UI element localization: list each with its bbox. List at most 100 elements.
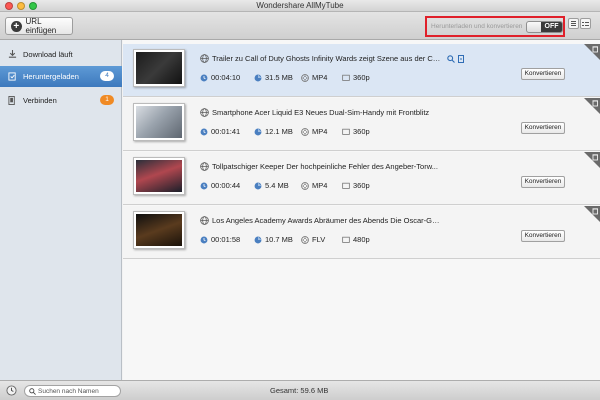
format-info: FLV <box>301 235 325 244</box>
download-convert-toggle[interactable]: OFF <box>526 20 563 33</box>
clock-icon <box>200 128 208 135</box>
video-row[interactable]: Smartphone Acer Liquid E3 Neues Dual-Sim… <box>123 98 600 151</box>
detail-view-button[interactable] <box>580 18 591 29</box>
format-info: MP4 <box>301 73 327 82</box>
trash-icon[interactable] <box>584 206 600 222</box>
toolbar: + URL einfügen Herunterladen und konvert… <box>0 12 600 40</box>
video-title: Los Angeles Academy Awards Abräumer des … <box>212 216 442 225</box>
video-title: Trailer zu Call of Duty Ghosts Infinity … <box>212 54 442 63</box>
downloaded-icon <box>8 72 16 81</box>
download-icon <box>8 50 17 58</box>
globe-icon <box>200 108 209 117</box>
size-icon <box>254 128 262 135</box>
video-format: MP4 <box>312 181 328 190</box>
search-field[interactable] <box>24 385 121 397</box>
sidebar-item-connect[interactable]: Verbinden 1 <box>0 90 122 111</box>
size-icon <box>254 182 262 189</box>
search-input[interactable] <box>38 387 118 395</box>
download-convert-option: Herunterladen und konvertieren OFF <box>425 16 565 37</box>
download-convert-label: Herunterladen und konvertieren <box>431 23 523 30</box>
globe-icon <box>200 162 209 171</box>
sidebar-item-label: Download läuft <box>23 50 73 59</box>
transfer-icon[interactable] <box>457 55 465 63</box>
screen-icon <box>342 74 350 81</box>
globe-icon <box>200 54 209 63</box>
sidebar-item-label: Heruntergeladen <box>23 72 79 81</box>
format-info: MP4 <box>301 181 327 190</box>
duration: 00:01:58 <box>211 235 241 244</box>
film-reel-icon <box>301 73 309 82</box>
count-badge: 1 <box>100 95 114 105</box>
video-thumbnail[interactable] <box>133 103 185 141</box>
film-reel-icon <box>301 181 309 190</box>
file-size: 5.4 MB <box>265 181 289 190</box>
search-icon <box>29 387 36 395</box>
resolution-info: 360p <box>342 181 370 190</box>
sidebar-item-label: Verbinden <box>23 96 57 105</box>
resolution-info: 480p <box>342 235 370 244</box>
duration-info: 00:00:44 <box>200 181 240 190</box>
convert-button[interactable]: Konvertieren <box>521 230 565 242</box>
screen-icon <box>342 236 350 243</box>
sidebar: Download läuft Heruntergeladen 4 Verbind… <box>0 40 122 380</box>
clock-icon <box>200 236 208 243</box>
search-icon[interactable] <box>447 55 455 63</box>
duration: 00:00:44 <box>211 181 241 190</box>
video-resolution: 360p <box>353 73 370 82</box>
video-title: Smartphone Acer Liquid E3 Neues Dual-Sim… <box>212 108 430 117</box>
duration: 00:04:10 <box>211 73 241 82</box>
paste-url-label: URL einfügen <box>25 17 57 35</box>
video-format: MP4 <box>312 127 328 136</box>
convert-button[interactable]: Konvertieren <box>521 68 565 80</box>
video-thumbnail[interactable] <box>133 49 185 87</box>
video-list: Trailer zu Call of Duty Ghosts Infinity … <box>123 40 600 380</box>
window-title: Wondershare AllMyTube <box>256 1 344 10</box>
count-badge: 4 <box>100 71 114 81</box>
plus-icon: + <box>11 20 22 32</box>
convert-button[interactable]: Konvertieren <box>521 122 565 134</box>
video-row[interactable]: Tollpatschiger Keeper Der hochpeinliche … <box>123 152 600 205</box>
size-info: 10.7 MB <box>254 235 293 244</box>
size-icon <box>254 236 262 243</box>
format-info: MP4 <box>301 127 327 136</box>
trash-icon[interactable] <box>584 152 600 168</box>
size-info: 12.1 MB <box>254 127 293 136</box>
video-row[interactable]: Trailer zu Call of Duty Ghosts Infinity … <box>123 44 600 97</box>
resolution-info: 360p <box>342 127 370 136</box>
trash-icon[interactable] <box>584 44 600 60</box>
video-resolution: 360p <box>353 181 370 190</box>
trash-icon[interactable] <box>584 98 600 114</box>
connect-icon <box>8 96 15 105</box>
total-size: Gesamt: 59.6 MB <box>270 386 329 395</box>
size-info: 31.5 MB <box>254 73 293 82</box>
convert-button[interactable]: Konvertieren <box>521 176 565 188</box>
video-format: FLV <box>312 235 326 244</box>
file-size: 12.1 MB <box>265 127 293 136</box>
resolution-info: 360p <box>342 73 370 82</box>
toggle-state-label: OFF <box>541 21 562 32</box>
film-reel-icon <box>301 235 309 244</box>
duration-info: 00:01:58 <box>200 235 240 244</box>
paste-url-button[interactable]: + URL einfügen <box>5 17 73 35</box>
globe-icon <box>200 216 209 225</box>
video-thumbnail[interactable] <box>133 211 185 249</box>
video-row[interactable]: Los Angeles Academy Awards Abräumer des … <box>123 206 600 259</box>
clock-icon <box>200 182 208 189</box>
duration: 00:01:41 <box>211 127 241 136</box>
video-resolution: 360p <box>353 127 370 136</box>
sidebar-item-downloaded[interactable]: Heruntergeladen 4 <box>0 66 122 87</box>
list-view-button[interactable] <box>568 18 579 29</box>
sidebar-item-downloading[interactable]: Download läuft <box>0 44 122 65</box>
size-info: 5.4 MB <box>254 181 289 190</box>
file-size: 31.5 MB <box>265 73 293 82</box>
size-icon <box>254 74 262 81</box>
file-size: 10.7 MB <box>265 235 293 244</box>
video-resolution: 480p <box>353 235 370 244</box>
status-bar: Gesamt: 59.6 MB <box>0 380 600 400</box>
duration-info: 00:04:10 <box>200 73 240 82</box>
clock-icon[interactable] <box>6 385 17 396</box>
title-bar: Wondershare AllMyTube <box>0 0 600 12</box>
screen-icon <box>342 128 350 135</box>
video-title: Tollpatschiger Keeper Der hochpeinliche … <box>212 162 438 171</box>
video-thumbnail[interactable] <box>133 157 185 195</box>
